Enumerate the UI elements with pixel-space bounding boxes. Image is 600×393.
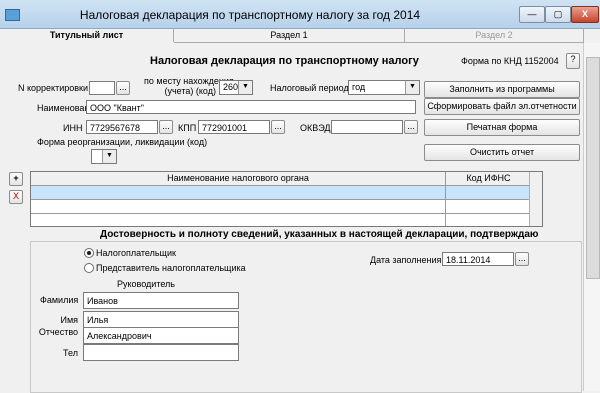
taxpayer-radio[interactable]: [84, 248, 94, 258]
head-label: Руководитель: [117, 279, 175, 289]
date-label: Дата заполнения: [370, 255, 442, 265]
tab-bar: Титульный лист Раздел 1 Раздел 2: [0, 28, 600, 43]
knd-label: Форма по КНД 1152004: [461, 56, 559, 66]
form-heading: Налоговая декларация по транспортному на…: [150, 55, 419, 67]
restore-button[interactable]: ▢: [545, 6, 571, 23]
chevron-down-icon: ▼: [238, 81, 252, 94]
print-form-button[interactable]: Печатная форма: [424, 119, 580, 136]
help-button[interactable]: ?: [566, 53, 580, 69]
main-content: Налоговая декларация по транспортному на…: [0, 43, 583, 393]
minimize-button[interactable]: —: [519, 6, 545, 23]
kpp-input[interactable]: 772901001: [198, 120, 270, 134]
first-name-input[interactable]: Илья: [83, 311, 239, 328]
name-input[interactable]: ООО "Квант": [86, 100, 416, 114]
kpp-picker-button[interactable]: ...: [271, 120, 285, 134]
reorg-label: Форма реорганизации, ликвидации (код): [37, 137, 208, 147]
kpp-label: КПП: [178, 123, 197, 133]
representative-radio-label: Представитель налогоплательщика: [96, 263, 246, 273]
okved-picker-button[interactable]: ...: [404, 120, 418, 134]
title-bar: Налоговая декларация по транспортному на…: [0, 0, 600, 29]
surname-input[interactable]: Иванов: [83, 292, 239, 309]
scrollbar-thumb[interactable]: [586, 57, 600, 279]
first-name-label: Имя: [60, 315, 78, 325]
okved-input[interactable]: [331, 120, 403, 134]
chevron-down-icon: ▼: [102, 150, 116, 163]
window-title: Налоговая декларация по транспортному на…: [79, 8, 421, 22]
reorg-select[interactable]: ▼: [91, 149, 117, 164]
n-corr-input[interactable]: [89, 81, 115, 95]
period-value: год: [352, 82, 366, 92]
location-label-line2: (учета) (код): [164, 86, 216, 96]
app-window: Налоговая декларация по транспортному на…: [0, 0, 600, 393]
inn-input[interactable]: 7729567678: [86, 120, 158, 134]
patronymic-input[interactable]: Александрович: [83, 327, 239, 344]
location-code-value: 260: [223, 82, 239, 92]
location-label: по месту нахождения (учета) (код): [144, 76, 234, 96]
tab-title-page[interactable]: Титульный лист: [0, 28, 174, 42]
phone-input[interactable]: [83, 344, 239, 361]
tab-section-2: Раздел 2: [405, 28, 584, 43]
inn-label: ИНН: [63, 123, 83, 133]
n-corr-picker-button[interactable]: ...: [116, 81, 130, 95]
main-scrollbar[interactable]: [583, 43, 600, 391]
inn-picker-button[interactable]: ...: [159, 120, 173, 134]
surname-label: Фамилия: [40, 295, 79, 305]
confirm-heading: Достоверность и полноту сведений, указан…: [100, 229, 539, 240]
chevron-down-icon: ▼: [405, 81, 419, 94]
column-divider: [445, 172, 446, 226]
generate-file-button[interactable]: Сформировать файл эл.отчетности: [424, 98, 580, 115]
close-button[interactable]: X: [571, 6, 599, 23]
tax-office-table: Наименование налогового органа Код ИФНС: [30, 171, 543, 227]
okved-label: ОКВЭД: [300, 123, 331, 133]
fill-from-program-button[interactable]: Заполнить из программы: [424, 81, 580, 98]
location-label-line1: по месту нахождения: [144, 76, 234, 86]
table-header-code[interactable]: Код ИФНС: [445, 172, 531, 186]
clear-report-button[interactable]: Очистить отчет: [424, 144, 580, 161]
table-scrollbar[interactable]: [529, 172, 542, 226]
representative-radio[interactable]: [84, 263, 94, 273]
location-code-select[interactable]: 260 ▼: [219, 80, 253, 95]
table-row[interactable]: [31, 186, 530, 200]
date-input[interactable]: 18.11.2014: [442, 252, 514, 266]
add-row-button[interactable]: +: [9, 172, 23, 186]
date-picker-button[interactable]: ...: [515, 252, 529, 266]
period-label: Налоговый период: [270, 83, 349, 93]
delete-row-button[interactable]: X: [9, 190, 23, 204]
table-header-name[interactable]: Наименование налогового органа: [31, 172, 445, 186]
taxpayer-radio-label: Налогоплательщик: [96, 248, 176, 258]
patronymic-label: Отчество: [38, 327, 78, 337]
tab-section-1[interactable]: Раздел 1: [174, 28, 405, 43]
period-select[interactable]: год ▼: [348, 80, 420, 95]
phone-label: Тел: [63, 348, 78, 358]
n-corr-label: N корректировки: [18, 83, 89, 93]
table-row[interactable]: [31, 200, 530, 214]
